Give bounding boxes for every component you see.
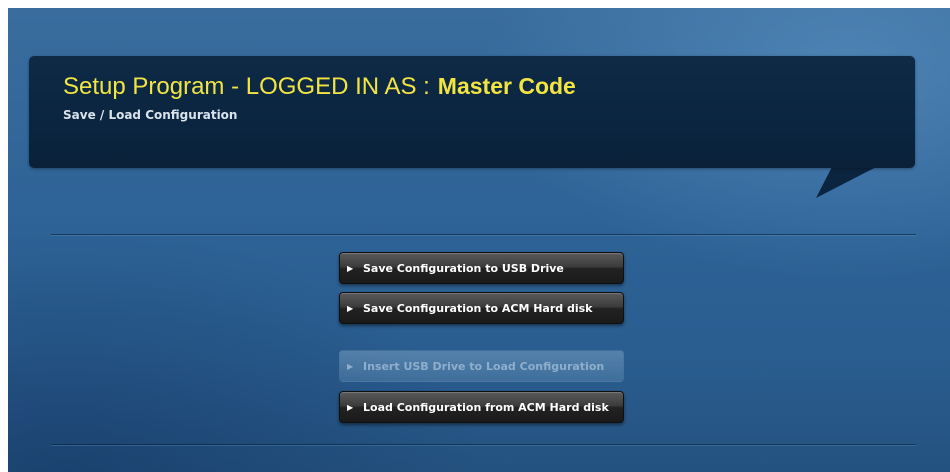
button-label: Insert USB Drive to Load Configuration xyxy=(363,359,605,373)
play-arrow-icon: ▶ xyxy=(347,402,354,412)
page-title: Setup Program - LOGGED IN AS : Master Cod… xyxy=(63,73,576,101)
logged-in-user: Master Code xyxy=(437,73,576,99)
load-config-acm-button[interactable]: ▶ Load Configuration from ACM Hard disk xyxy=(339,391,624,423)
button-label: Save Configuration to USB Drive xyxy=(363,261,564,275)
play-arrow-icon: ▶ xyxy=(347,303,354,313)
setup-screen: Setup Program - LOGGED IN AS : Master Cod… xyxy=(8,8,950,472)
title-prefix: Setup Program - LOGGED IN AS : xyxy=(63,73,430,100)
play-arrow-icon: ▶ xyxy=(347,263,354,273)
button-label: Load Configuration from ACM Hard disk xyxy=(363,400,609,414)
save-config-usb-button[interactable]: ▶ Save Configuration to USB Drive xyxy=(339,252,624,284)
bottom-divider xyxy=(51,444,916,445)
page-subtitle: Save / Load Configuration xyxy=(63,108,238,122)
top-divider xyxy=(51,234,916,235)
play-arrow-icon: ▶ xyxy=(347,361,354,371)
header-panel: Setup Program - LOGGED IN AS : Master Cod… xyxy=(29,56,915,168)
button-label: Save Configuration to ACM Hard disk xyxy=(363,301,593,315)
insert-usb-load-button: ▶ Insert USB Drive to Load Configuration xyxy=(339,350,624,382)
save-config-acm-button[interactable]: ▶ Save Configuration to ACM Hard disk xyxy=(339,292,624,324)
